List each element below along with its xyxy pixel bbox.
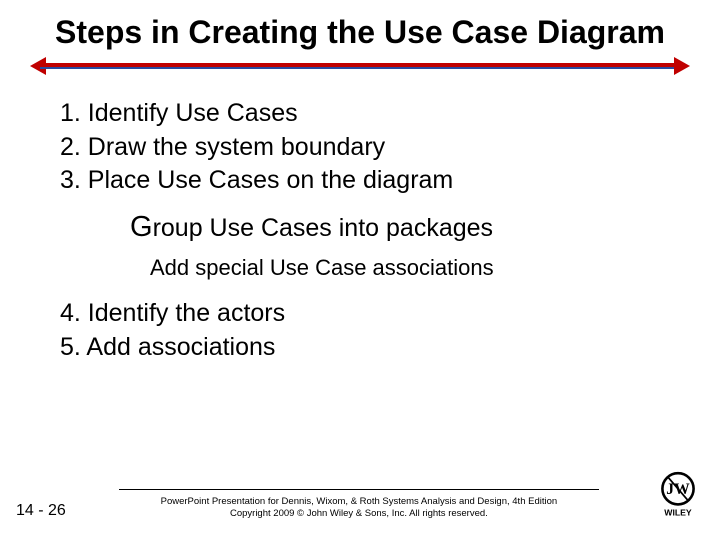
wiley-logo-text: WILEY [664,508,692,518]
slide-footer: 14 - 26 PowerPoint Presentation for Denn… [0,468,720,520]
step-1: 1. Identify Use Cases [60,97,660,131]
footer-credit-line-1: PowerPoint Presentation for Dennis, Wixo… [82,496,636,508]
step-3a-rest: roup Use Cases into packages [153,214,493,242]
title-divider [40,59,680,75]
step-2: 2. Draw the system boundary [60,131,660,165]
divider-blue [40,67,680,69]
footer-credit-line-2: Copyright 2009 © John Wiley & Sons, Inc.… [82,508,636,520]
step-3: 3. Place Use Cases on the diagram [60,164,660,198]
step-4: 4. Identify the actors [60,297,660,331]
step-5: 5. Add associations [60,331,660,365]
step-3a: Group Use Cases into packages [60,208,660,247]
page-number: 14 - 26 [16,502,66,520]
slide-title: Steps in Creating the Use Case Diagram [0,0,720,53]
step-3a-initial: G [130,211,153,243]
arrow-right-icon [674,57,690,75]
footer-credits-wrap: PowerPoint Presentation for Dennis, Wixo… [82,489,636,520]
slide-body: 1. Identify Use Cases 2. Draw the system… [0,75,720,365]
step-3b: Add special Use Case associations [60,253,660,283]
wiley-logo-icon: JW WILEY [652,468,704,520]
footer-rule [119,489,599,490]
